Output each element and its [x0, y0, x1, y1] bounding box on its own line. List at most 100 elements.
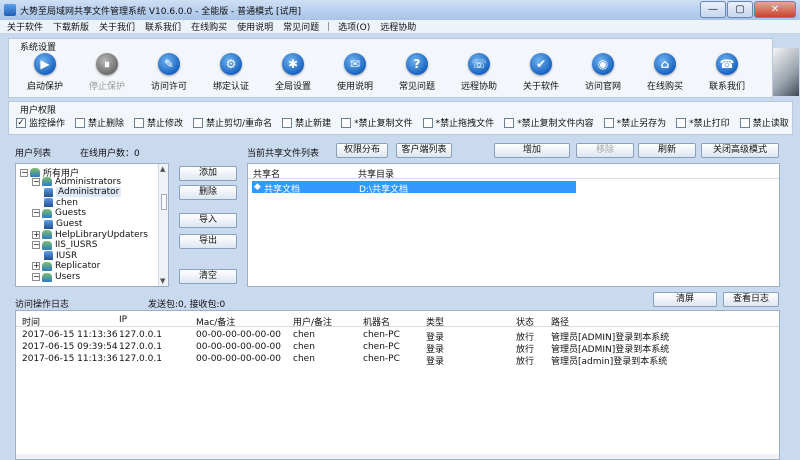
close-button[interactable]: ✕: [754, 1, 796, 18]
permission-distribution-button[interactable]: 权限分布: [336, 143, 388, 158]
delete-user-button[interactable]: 删除: [179, 185, 237, 200]
import-button[interactable]: 导入: [179, 213, 237, 228]
permission-checkbox-3[interactable]: 禁止剪切/重命名: [193, 116, 272, 129]
add-user-button[interactable]: 添加: [179, 166, 237, 181]
tree-group-node[interactable]: − Guests: [32, 208, 86, 218]
user-tree[interactable]: ▲ ▼ − 所有用户 − Administrators Administrator che…: [15, 163, 169, 287]
menu-download[interactable]: 下载新版: [48, 20, 94, 33]
checkbox-box[interactable]: [504, 117, 515, 128]
checkbox-label: *禁止打印: [689, 119, 730, 129]
menu-manual[interactable]: 使用说明: [232, 20, 278, 33]
log-row[interactable]: 2017-06-15 09:39:54 127.0.0.1 00-00-00-00-…: [16, 342, 779, 355]
menu-buy[interactable]: 在线购买: [186, 20, 232, 33]
menu-remote[interactable]: 远程协助: [375, 20, 421, 33]
expand-toggle-icon[interactable]: −: [32, 273, 40, 281]
share-list[interactable]: 共享名 共享目录 ◆ 共享文档 D:\共享文档: [247, 163, 780, 287]
remove-share-button[interactable]: 移除: [576, 143, 634, 158]
log-column-header[interactable]: 时间: [22, 315, 40, 328]
client-list-button[interactable]: 客户端列表: [396, 143, 452, 158]
log-row[interactable]: 2017-06-15 11:13:36 127.0.0.1 00-00-00-00-…: [16, 330, 779, 343]
toolbar-button-contact[interactable]: ☎ 联系我们: [696, 50, 758, 94]
menu-contact[interactable]: 联系我们: [140, 20, 186, 33]
expand-toggle-icon[interactable]: −: [32, 177, 40, 186]
permission-checkbox-5[interactable]: *禁止复制文件: [341, 116, 413, 129]
toolbar-button-cart[interactable]: ⌂ 在线购买: [634, 50, 696, 94]
tree-user-node[interactable]: IUSR: [44, 251, 77, 261]
toolbar-button-about[interactable]: ✔ 关于软件: [510, 50, 572, 94]
expand-toggle-icon[interactable]: −: [32, 241, 40, 250]
expand-toggle-icon[interactable]: +: [32, 230, 40, 239]
log-column-header[interactable]: 类型: [426, 315, 444, 328]
view-log-button[interactable]: 查看日志: [723, 292, 779, 307]
permission-checkbox-9[interactable]: *禁止打印: [676, 116, 730, 129]
scroll-thumb[interactable]: [161, 194, 167, 210]
expand-toggle-icon[interactable]: −: [20, 168, 28, 177]
log-column-header[interactable]: Mac/备注: [196, 315, 235, 328]
log-row[interactable]: 2017-06-15 11:13:36 127.0.0.1 00-00-00-00-…: [16, 354, 779, 367]
permission-checkbox-4[interactable]: 禁止新建: [282, 116, 331, 129]
toolbar-button-website[interactable]: ◉ 访问官网: [572, 50, 634, 94]
toolbar-button-gear[interactable]: ✱ 全局设置: [262, 50, 324, 94]
permission-checkbox-7[interactable]: *禁止复制文件内容: [504, 116, 594, 129]
log-column-header[interactable]: 路径: [551, 315, 569, 328]
log-column-header[interactable]: 机器名: [363, 315, 390, 328]
checkbox-box[interactable]: [676, 117, 687, 128]
menu-faq[interactable]: 常见问题: [278, 20, 324, 33]
add-share-button[interactable]: 增加: [494, 143, 570, 158]
scroll-up-icon[interactable]: ▲: [160, 165, 165, 173]
log-horizontal-scrollbar[interactable]: [16, 454, 779, 459]
checkbox-box[interactable]: ✓: [16, 117, 26, 128]
maximize-button[interactable]: ▢: [727, 1, 753, 18]
checkbox-box[interactable]: [341, 117, 352, 128]
toolbar-button-permit[interactable]: ✎ 访问许可: [138, 50, 200, 94]
permission-checkbox-0[interactable]: ✓ 监控操作: [16, 116, 65, 129]
tree-group-node[interactable]: − Administrators: [32, 177, 121, 187]
expand-toggle-icon[interactable]: −: [32, 209, 40, 218]
clear-screen-button[interactable]: 清屏: [653, 292, 717, 307]
scroll-down-icon[interactable]: ▼: [160, 277, 165, 285]
tree-group-node[interactable]: + HelpLibraryUpdaters: [32, 230, 148, 240]
toolbar-button-help-book[interactable]: ✉ 使用说明: [324, 50, 386, 94]
menu-about-us[interactable]: 关于我们: [94, 20, 140, 33]
toolbar-button-question[interactable]: ? 常见问题: [386, 50, 448, 94]
log-column-header[interactable]: 状态: [516, 315, 534, 328]
checkbox-box[interactable]: [739, 117, 750, 128]
checkbox-box[interactable]: [75, 117, 86, 128]
permission-checkbox-10[interactable]: 禁止读取: [739, 116, 789, 129]
log-column-header[interactable]: 用户/备注: [293, 315, 332, 328]
export-button[interactable]: 导出: [179, 234, 237, 249]
access-log-table[interactable]: 时间 IP Mac/备注 用户/备注 机器名 类型 状态 路径 2017-06-15 11:1…: [15, 310, 780, 460]
column-share-path[interactable]: 共享目录: [358, 167, 394, 180]
checkbox-box[interactable]: [422, 117, 433, 128]
tree-group-node[interactable]: − Users: [32, 272, 80, 282]
permission-checkbox-8[interactable]: *禁止另存为: [603, 116, 666, 129]
toolbar-button-pause[interactable]: ⏸ 停止保护: [76, 50, 138, 94]
toolbar-button-play[interactable]: ▶ 启动保护: [14, 50, 76, 94]
checkbox-box[interactable]: [193, 117, 204, 128]
close-advanced-mode-button[interactable]: 关闭高级模式: [701, 143, 779, 158]
toolbar-button-label: 常见问题: [398, 82, 435, 92]
refresh-button[interactable]: 刷新: [638, 143, 696, 158]
checkbox-box[interactable]: [134, 117, 145, 128]
tree-user-node[interactable]: Guest: [44, 219, 82, 229]
expand-toggle-icon[interactable]: +: [32, 262, 40, 271]
toolbar-button-remote[interactable]: ☏ 远程协助: [448, 50, 510, 94]
checkbox-box[interactable]: [282, 117, 293, 128]
clear-users-button[interactable]: 清空: [179, 269, 237, 284]
menu-about-software[interactable]: 关于软件: [2, 20, 48, 33]
tree-group-node[interactable]: + Replicator: [32, 261, 100, 271]
toolbar-button-bind[interactable]: ⚙ 绑定认证: [200, 50, 262, 94]
tree-user-node[interactable]: chen: [44, 198, 78, 208]
tree-scrollbar[interactable]: ▲ ▼: [158, 164, 168, 286]
permission-checkbox-6[interactable]: *禁止拖拽文件: [422, 116, 494, 129]
column-share-name[interactable]: 共享名: [253, 167, 280, 180]
minimize-button[interactable]: —: [700, 1, 726, 18]
permission-checkbox-2[interactable]: 禁止修改: [134, 116, 183, 129]
checkbox-box[interactable]: [603, 117, 614, 128]
log-column-header[interactable]: IP: [119, 315, 127, 325]
menu-options[interactable]: 选项(O): [333, 20, 375, 33]
permission-checkbox-1[interactable]: 禁止删除: [75, 116, 124, 129]
share-row[interactable]: ◆ 共享文档 D:\共享文档: [252, 181, 576, 195]
tree-group-node[interactable]: − IIS_IUSRS: [32, 240, 97, 250]
tree-user-node[interactable]: Administrator: [44, 187, 122, 198]
